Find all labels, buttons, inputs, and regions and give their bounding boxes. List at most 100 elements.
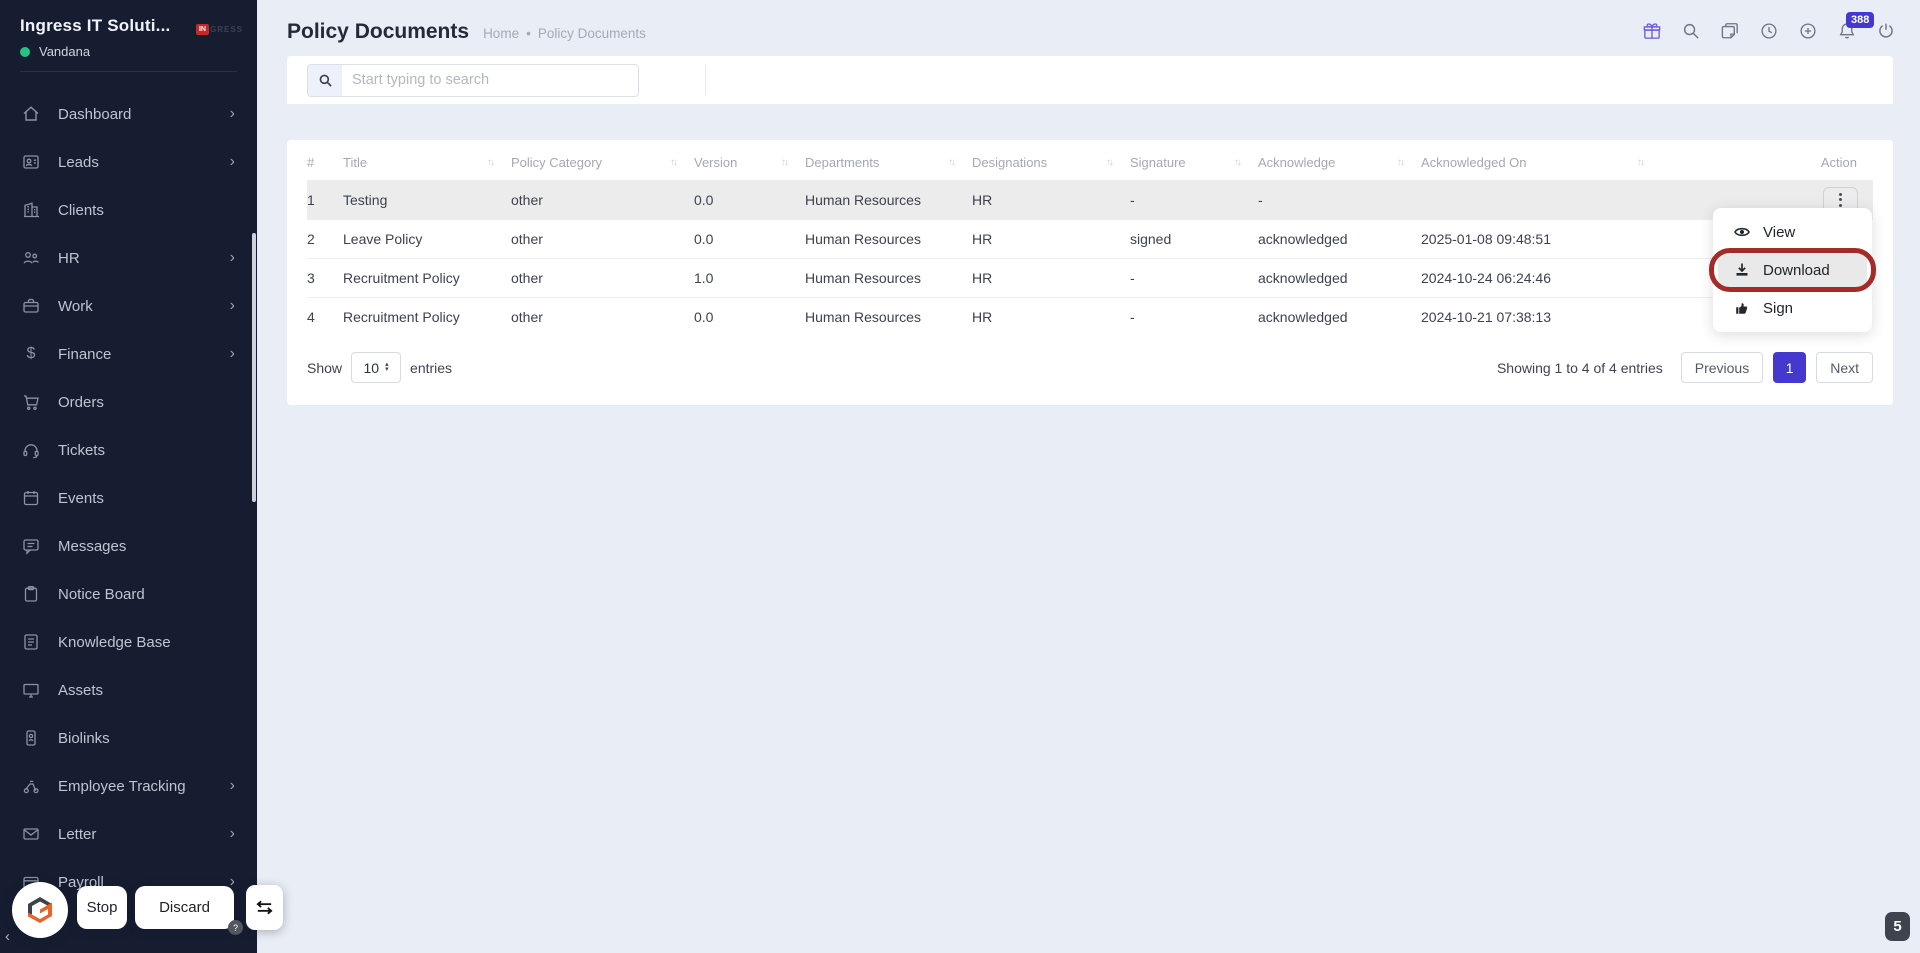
sort-icon[interactable]: ↑↓ bbox=[670, 157, 678, 168]
policy-table: # Title ↑↓ Policy Category ↑↓ Version ↑↓ De… bbox=[307, 146, 1873, 336]
col-signature[interactable]: Signature ↑↓ bbox=[1130, 146, 1258, 180]
eye-icon bbox=[1734, 227, 1750, 237]
next-page-button[interactable]: Next bbox=[1816, 352, 1873, 383]
sidebar-item-employee-tracking[interactable]: Employee Tracking › bbox=[0, 762, 257, 810]
thumbs-up-icon bbox=[1736, 303, 1748, 314]
agent-logo-button[interactable] bbox=[12, 882, 68, 938]
calendar-icon bbox=[21, 488, 41, 508]
cart-icon bbox=[21, 392, 41, 412]
download-icon bbox=[1736, 263, 1748, 276]
scooter-icon bbox=[21, 776, 41, 796]
table-row[interactable]: 2 Leave Policy other 0.0 Human Resources… bbox=[307, 219, 1873, 258]
table-row[interactable]: 1 Testing other 0.0 Human Resources HR -… bbox=[307, 180, 1873, 219]
col-departments[interactable]: Departments ↑↓ bbox=[805, 146, 972, 180]
headset-icon bbox=[21, 440, 41, 460]
sort-icon[interactable]: ↑↓ bbox=[487, 157, 495, 168]
sidebar-item-assets[interactable]: Assets › bbox=[0, 666, 257, 714]
clock-icon[interactable] bbox=[1759, 21, 1779, 41]
chevron-left-icon[interactable]: ‹ bbox=[5, 928, 10, 945]
page-size-select[interactable]: 10 ▴ ▾ bbox=[351, 352, 402, 383]
chevron-right-icon: › bbox=[229, 249, 235, 266]
table-row[interactable]: 3 Recruitment Policy other 1.0 Human Res… bbox=[307, 258, 1873, 297]
bell-icon[interactable]: 388 bbox=[1837, 12, 1875, 41]
building-icon bbox=[21, 200, 41, 220]
swap-button[interactable] bbox=[246, 885, 283, 930]
people-icon bbox=[21, 248, 41, 268]
page-number-badge: 5 bbox=[1885, 912, 1910, 941]
sidebar-item-notice-board[interactable]: Notice Board › bbox=[0, 570, 257, 618]
brand-logo: IN GRESS bbox=[195, 24, 243, 35]
table-row[interactable]: 4 Recruitment Policy other 0.0 Human Res… bbox=[307, 297, 1873, 336]
sidebar-item-leads[interactable]: Leads › bbox=[0, 138, 257, 186]
sidebar-item-work[interactable]: Work › bbox=[0, 282, 257, 330]
menu-item-download[interactable]: Download bbox=[1718, 252, 1867, 288]
sort-icon[interactable]: ↑↓ bbox=[1637, 157, 1645, 168]
chevron-right-icon: › bbox=[229, 825, 235, 842]
document-icon bbox=[21, 632, 41, 652]
breadcrumb-home[interactable]: Home bbox=[483, 26, 519, 41]
policy-table-card: # Title ↑↓ Policy Category ↑↓ Version ↑↓ De… bbox=[287, 140, 1893, 405]
search-input-icon bbox=[308, 64, 342, 96]
breadcrumb: Home • Policy Documents bbox=[483, 26, 646, 41]
col-version[interactable]: Version ↑↓ bbox=[694, 146, 805, 180]
breadcrumb-current: Policy Documents bbox=[537, 26, 646, 41]
sidebar-divider bbox=[20, 71, 237, 72]
gift-icon[interactable] bbox=[1642, 21, 1662, 41]
col-acknowledged-on[interactable]: Acknowledged On ↑↓ bbox=[1421, 146, 1661, 180]
sort-icon[interactable]: ↑↓ bbox=[781, 157, 789, 168]
sort-icon[interactable]: ↑↓ bbox=[1234, 157, 1242, 168]
plus-circle-icon[interactable] bbox=[1798, 21, 1818, 41]
col-acknowledge[interactable]: Acknowledge ↑↓ bbox=[1258, 146, 1421, 180]
phone-icon bbox=[21, 728, 41, 748]
search-icon[interactable] bbox=[1681, 21, 1701, 41]
chevron-right-icon: › bbox=[229, 777, 235, 794]
entries-label: entries bbox=[410, 359, 453, 376]
sidebar-item-finance[interactable]: $ Finance › bbox=[0, 330, 257, 378]
pagination: Show 10 ▴ ▾ entries Showing 1 to 4 of 4 e… bbox=[307, 352, 1873, 383]
pagination-info: Showing 1 to 4 of 4 entries bbox=[1496, 359, 1663, 376]
menu-item-sign[interactable]: Sign bbox=[1713, 290, 1872, 326]
monitor-icon bbox=[21, 680, 41, 700]
notes-icon[interactable] bbox=[1720, 21, 1740, 41]
sidebar-scrollbar[interactable] bbox=[252, 233, 256, 502]
sort-icon[interactable]: ↑↓ bbox=[1397, 157, 1405, 168]
header-icons: 388 bbox=[1642, 12, 1896, 41]
notification-badge: 388 bbox=[1846, 12, 1875, 29]
table-body: 1 Testing other 0.0 Human Resources HR -… bbox=[307, 180, 1873, 336]
power-icon[interactable] bbox=[1876, 21, 1896, 41]
sidebar-item-events[interactable]: Events › bbox=[0, 474, 257, 522]
previous-page-button[interactable]: Previous bbox=[1680, 352, 1764, 383]
menu-item-view[interactable]: View bbox=[1713, 214, 1872, 250]
sidebar-item-tickets[interactable]: Tickets › bbox=[0, 426, 257, 474]
chevron-right-icon: › bbox=[229, 297, 235, 314]
agent-logo-icon bbox=[28, 897, 52, 923]
sidebar-item-hr[interactable]: HR › bbox=[0, 234, 257, 282]
stop-button[interactable]: Stop bbox=[77, 886, 127, 929]
col-designations[interactable]: Designations ↑↓ bbox=[972, 146, 1130, 180]
action-dropdown-menu: View Download Sign bbox=[1709, 208, 1876, 332]
sidebar-item-messages[interactable]: Messages › bbox=[0, 522, 257, 570]
show-label: Show bbox=[307, 359, 343, 376]
brand-logo-text: GRESS bbox=[209, 25, 243, 34]
search-box bbox=[307, 63, 639, 97]
discard-button[interactable]: Discard bbox=[135, 886, 234, 929]
swap-arrows-icon bbox=[256, 900, 273, 915]
sidebar-item-biolinks[interactable]: Biolinks › bbox=[0, 714, 257, 762]
help-badge[interactable]: ? bbox=[228, 920, 243, 935]
sidebar-item-letter[interactable]: Letter › bbox=[0, 810, 257, 858]
search-input[interactable] bbox=[342, 64, 638, 96]
dollar-icon: $ bbox=[26, 345, 36, 362]
sidebar-item-dashboard[interactable]: Dashboard › bbox=[0, 90, 257, 138]
sidebar-item-orders[interactable]: Orders › bbox=[0, 378, 257, 426]
sort-icon[interactable]: ↑↓ bbox=[1106, 157, 1114, 168]
sidebar-item-knowledge-base[interactable]: Knowledge Base › bbox=[0, 618, 257, 666]
current-page-button[interactable]: 1 bbox=[1773, 352, 1807, 383]
sidebar-item-clients[interactable]: Clients › bbox=[0, 186, 257, 234]
page-title: Policy Documents bbox=[287, 20, 470, 43]
sort-icon[interactable]: ↑↓ bbox=[948, 157, 956, 168]
sidebar-menu: Dashboard › Leads › Clients › HR › Work … bbox=[0, 84, 257, 906]
col-category[interactable]: Policy Category ↑↓ bbox=[511, 146, 694, 180]
clipboard-icon bbox=[21, 584, 41, 604]
id-card-icon bbox=[21, 152, 41, 172]
col-title[interactable]: Title ↑↓ bbox=[343, 146, 511, 180]
